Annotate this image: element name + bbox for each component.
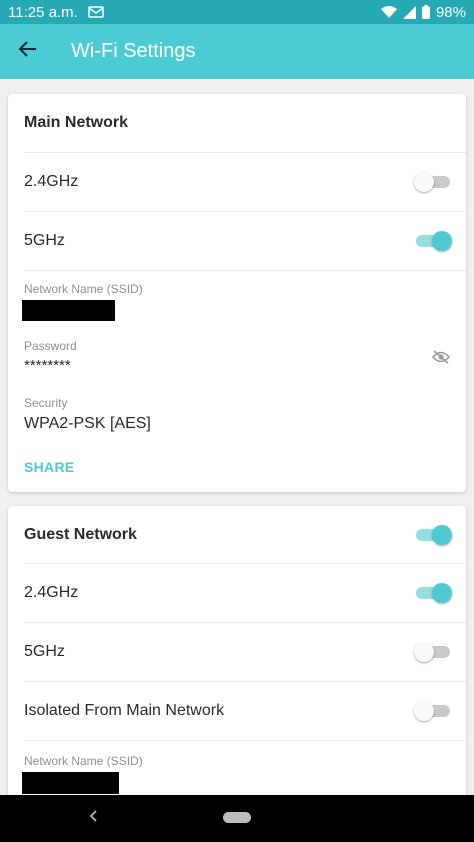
guest-24ghz-label: 2.4GHz	[24, 583, 79, 601]
divider	[24, 740, 466, 741]
nav-home-pill[interactable]	[223, 812, 251, 823]
guest-ssid-label: Network Name (SSID)	[24, 754, 143, 768]
main-5ghz-row[interactable]: 5GHz	[8, 211, 466, 270]
status-bar: 11:25 a.m. 98%	[0, 0, 474, 24]
page-title: Wi‑Fi Settings	[71, 40, 196, 62]
main-24ghz-label: 2.4GHz	[24, 172, 79, 190]
main-5ghz-label: 5GHz	[24, 231, 65, 249]
guest-5ghz-toggle[interactable]	[414, 641, 450, 663]
guest-24ghz-row[interactable]: 2.4GHz	[8, 563, 466, 622]
guest-ssid-redacted	[22, 772, 119, 794]
system-nav-bar	[0, 795, 474, 842]
main-24ghz-toggle[interactable]	[414, 171, 450, 193]
signal-icon	[402, 5, 416, 19]
nav-back-icon[interactable]	[88, 809, 98, 828]
settings-content[interactable]: Main Network 2.4GHz 5GHz Network Name (S…	[0, 79, 474, 795]
divider	[24, 270, 466, 271]
main-security-label: Security	[24, 396, 68, 410]
back-button[interactable]	[0, 24, 56, 79]
guest-5ghz-row[interactable]: 5GHz	[8, 622, 466, 681]
main-password-label: Password	[24, 339, 77, 353]
guest-isolated-row[interactable]: Isolated From Main Network	[8, 681, 466, 740]
guest-isolated-label: Isolated From Main Network	[24, 701, 225, 719]
status-time: 11:25 a.m.	[8, 3, 78, 21]
notification-icon	[88, 5, 104, 19]
battery-percent: 98%	[435, 3, 466, 21]
main-network-card: Main Network 2.4GHz 5GHz Network Name (S…	[8, 94, 466, 492]
app-bar: Wi‑Fi Settings	[0, 24, 474, 79]
main-password-value: ********	[24, 357, 71, 374]
battery-icon	[421, 5, 430, 19]
guest-5ghz-label: 5GHz	[24, 642, 65, 660]
main-ssid-redacted	[22, 300, 115, 321]
main-ssid-label: Network Name (SSID)	[24, 282, 143, 296]
guest-network-header-row[interactable]: Guest Network	[8, 506, 466, 563]
status-icons: 98%	[380, 3, 466, 21]
main-5ghz-toggle[interactable]	[416, 230, 452, 252]
guest-24ghz-toggle[interactable]	[416, 582, 452, 604]
main-network-title: Main Network	[24, 114, 129, 131]
guest-network-card: Guest Network 2.4GHz 5GHz Isolated From …	[8, 506, 466, 795]
eye-off-icon[interactable]	[431, 350, 451, 369]
main-network-header-row: Main Network	[8, 94, 466, 152]
guest-network-title: Guest Network	[24, 525, 137, 543]
wifi-icon	[380, 5, 397, 19]
guest-network-toggle[interactable]	[416, 524, 452, 546]
main-security-value: WPA2-PSK [AES]	[24, 415, 151, 432]
arrow-back-icon	[18, 41, 37, 62]
share-button[interactable]: SHARE	[24, 459, 75, 475]
main-24ghz-row[interactable]: 2.4GHz	[8, 152, 466, 211]
guest-isolated-toggle[interactable]	[414, 700, 450, 722]
